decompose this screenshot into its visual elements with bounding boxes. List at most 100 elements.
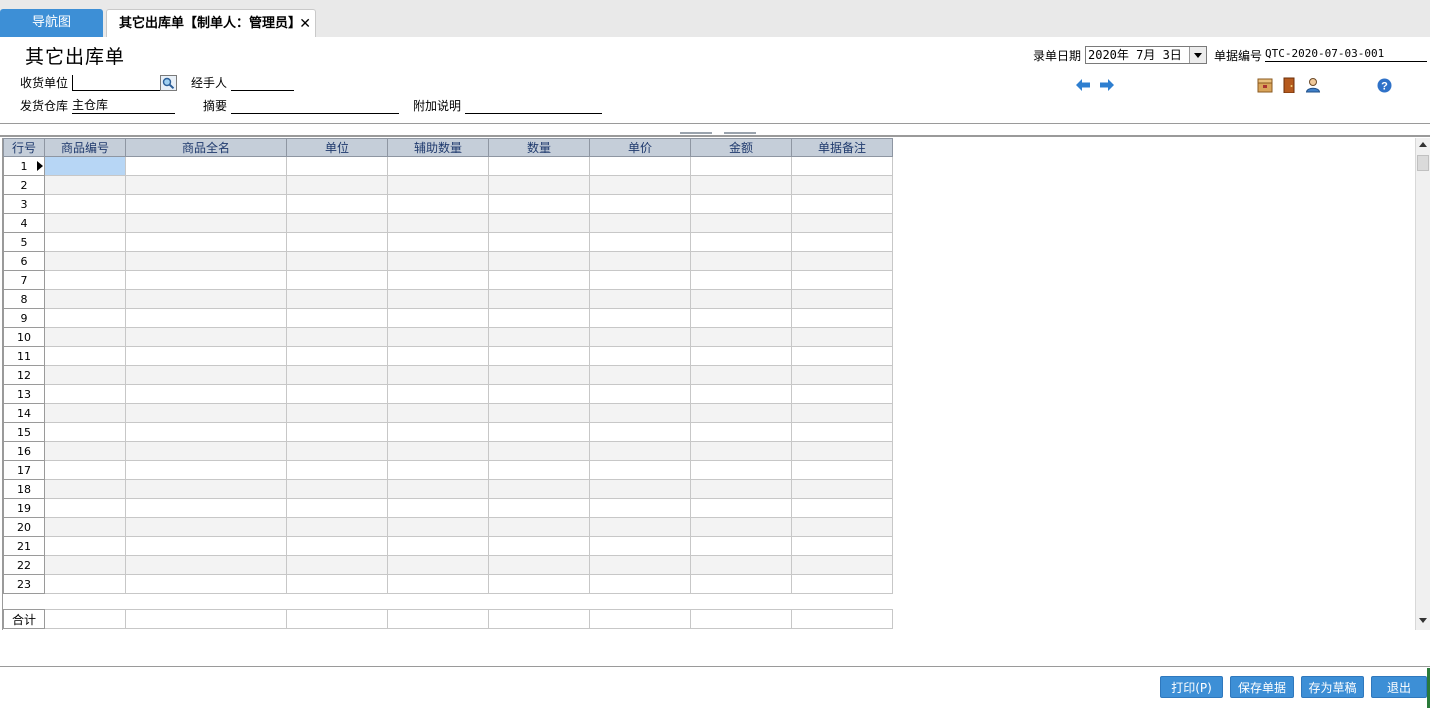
grid-cell[interactable] — [488, 555, 590, 575]
grid-cell[interactable] — [589, 384, 691, 404]
grid-cell[interactable] — [690, 251, 792, 271]
grid-cell[interactable] — [286, 308, 388, 328]
grid-cell[interactable] — [589, 156, 691, 176]
grid-cell[interactable] — [488, 574, 590, 594]
grid-cell[interactable] — [44, 574, 126, 594]
table-row[interactable]: 23 — [3, 574, 893, 594]
detail-grid[interactable]: 行号 商品编号 商品全名 单位 辅助数量 数量 单价 金额 单据备注 1 2 3 4 5 6 7 8 9 10 11… — [2, 138, 1415, 630]
grid-cell[interactable] — [125, 517, 287, 537]
grid-cell[interactable] — [125, 403, 287, 423]
grid-cell[interactable] — [44, 498, 126, 518]
grid-cell[interactable] — [286, 536, 388, 556]
grid-cell[interactable] — [791, 536, 893, 556]
grid-cell[interactable] — [387, 156, 489, 176]
grid-cell[interactable] — [488, 346, 590, 366]
grid-cell[interactable] — [488, 251, 590, 271]
grid-cell[interactable] — [791, 194, 893, 214]
grid-cell[interactable] — [125, 346, 287, 366]
grid-cell[interactable] — [387, 251, 489, 271]
grid-cell[interactable] — [125, 270, 287, 290]
grid-cell[interactable] — [589, 403, 691, 423]
package-icon[interactable] — [1257, 77, 1273, 93]
grid-cell[interactable] — [286, 441, 388, 461]
user-icon[interactable] — [1305, 77, 1321, 93]
grid-cell[interactable] — [44, 232, 126, 252]
grid-cell[interactable] — [387, 574, 489, 594]
grid-cell[interactable] — [488, 460, 590, 480]
scroll-up-icon[interactable] — [1419, 142, 1427, 147]
grid-cell[interactable] — [125, 194, 287, 214]
grid-cell[interactable] — [44, 479, 126, 499]
splitter-grip[interactable] — [680, 125, 756, 134]
grid-cell[interactable] — [488, 403, 590, 423]
help-icon[interactable]: ? — [1377, 78, 1393, 94]
grid-cell[interactable] — [589, 441, 691, 461]
grid-cell[interactable] — [589, 232, 691, 252]
grid-cell[interactable] — [125, 384, 287, 404]
grid-cell[interactable] — [690, 346, 792, 366]
grid-cell[interactable] — [589, 346, 691, 366]
grid-cell[interactable] — [488, 498, 590, 518]
grid-cell[interactable] — [387, 346, 489, 366]
grid-cell[interactable] — [286, 384, 388, 404]
grid-cell[interactable] — [791, 156, 893, 176]
grid-cell[interactable] — [791, 213, 893, 233]
print-button[interactable]: 打印(P) — [1160, 676, 1223, 698]
grid-cell[interactable] — [286, 213, 388, 233]
tab-other-outbound[interactable]: 其它出库单【制单人：管理员】 ✕ — [106, 9, 316, 37]
table-row[interactable]: 11 — [3, 346, 893, 366]
grid-cell[interactable] — [44, 365, 126, 385]
grid-cell[interactable] — [690, 403, 792, 423]
grid-cell[interactable] — [387, 479, 489, 499]
grid-cell[interactable] — [589, 536, 691, 556]
grid-cell[interactable] — [589, 365, 691, 385]
grid-cell[interactable] — [286, 555, 388, 575]
column-header[interactable]: 单位 — [286, 138, 388, 157]
grid-cell[interactable] — [387, 308, 489, 328]
grid-cell[interactable] — [387, 384, 489, 404]
entry-date-picker[interactable]: 2020年 7月 3日 — [1085, 46, 1207, 64]
table-row[interactable]: 19 — [3, 498, 893, 518]
table-row[interactable]: 17 — [3, 460, 893, 480]
grid-cell[interactable] — [488, 479, 590, 499]
grid-cell[interactable] — [690, 441, 792, 461]
grid-cell[interactable] — [286, 460, 388, 480]
table-row[interactable]: 18 — [3, 479, 893, 499]
grid-cell[interactable] — [286, 403, 388, 423]
table-row[interactable]: 4 — [3, 213, 893, 233]
grid-cell[interactable] — [125, 289, 287, 309]
table-row[interactable]: 7 — [3, 270, 893, 290]
grid-cell[interactable] — [791, 479, 893, 499]
grid-cell[interactable] — [387, 270, 489, 290]
grid-cell[interactable] — [125, 327, 287, 347]
table-row[interactable]: 13 — [3, 384, 893, 404]
grid-cell[interactable] — [488, 175, 590, 195]
grid-cell[interactable] — [125, 574, 287, 594]
grid-cell[interactable] — [44, 422, 126, 442]
grid-cell[interactable] — [44, 194, 126, 214]
grid-cell[interactable] — [44, 270, 126, 290]
table-row[interactable]: 21 — [3, 536, 893, 556]
grid-cell[interactable] — [125, 422, 287, 442]
grid-cell[interactable] — [589, 213, 691, 233]
table-row[interactable]: 9 — [3, 308, 893, 328]
grid-cell[interactable] — [690, 175, 792, 195]
grid-cell[interactable] — [125, 175, 287, 195]
grid-cell[interactable] — [44, 346, 126, 366]
grid-cell[interactable] — [690, 365, 792, 385]
grid-cell[interactable] — [488, 536, 590, 556]
table-row[interactable]: 8 — [3, 289, 893, 309]
grid-cell[interactable] — [488, 422, 590, 442]
arrow-left-icon[interactable] — [1075, 78, 1091, 94]
grid-cell[interactable] — [125, 232, 287, 252]
grid-cell[interactable] — [44, 536, 126, 556]
grid-cell[interactable] — [387, 289, 489, 309]
grid-cell[interactable] — [791, 574, 893, 594]
column-header[interactable]: 辅助数量 — [387, 138, 489, 157]
column-header[interactable]: 金额 — [690, 138, 792, 157]
grid-cell[interactable] — [286, 517, 388, 537]
column-header[interactable]: 单据备注 — [791, 138, 893, 157]
grid-cell[interactable] — [690, 194, 792, 214]
summary-input[interactable] — [231, 98, 399, 114]
grid-cell[interactable] — [589, 479, 691, 499]
